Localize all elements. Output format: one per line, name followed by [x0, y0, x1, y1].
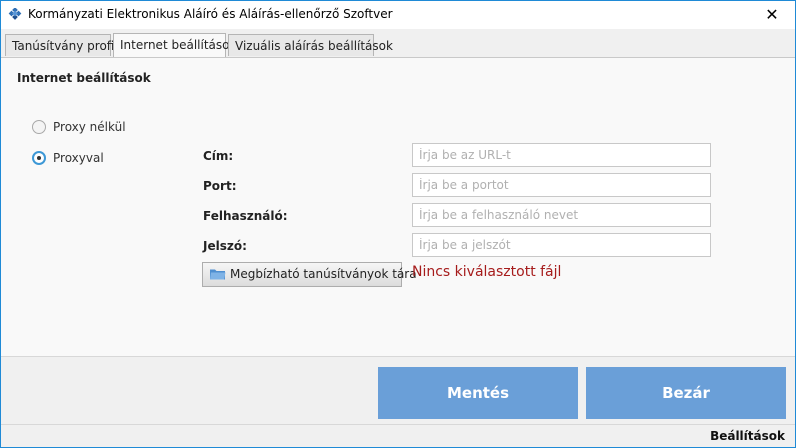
username-input[interactable] — [412, 203, 711, 227]
app-window: Kormányzati Elektronikus Aláíró és Aláír… — [0, 0, 796, 448]
proxy-none-label: Proxy nélkül — [53, 120, 126, 134]
save-button[interactable]: Mentés — [378, 367, 578, 419]
trust-store-button-label: Megbízható tanúsítványok tára — [230, 267, 417, 281]
tab-internet-settings[interactable]: Internet beállítások — [113, 33, 236, 57]
port-label: Port: — [203, 179, 237, 193]
title-bar: Kormányzati Elektronikus Aláíró és Aláír… — [1, 1, 795, 29]
tab-bar: Tanúsítvány profil Internet beállítások … — [1, 30, 795, 58]
close-icon[interactable]: ✕ — [749, 1, 795, 29]
folder-icon — [210, 269, 226, 280]
password-input[interactable] — [412, 233, 711, 257]
settings-panel: Internet beállítások Proxy nélkül Proxyv… — [1, 58, 795, 357]
proxy-none-radio[interactable] — [32, 120, 46, 134]
proxy-enabled-label: Proxyval — [53, 151, 104, 165]
address-label: Cím: — [203, 149, 234, 163]
tab-certificate-profile[interactable]: Tanúsítvány profil — [5, 34, 118, 56]
trust-store-button[interactable]: Megbízható tanúsítványok tára — [202, 262, 417, 287]
status-bar: Beállítások — [1, 424, 795, 447]
section-title: Internet beállítások — [17, 71, 151, 85]
port-input[interactable] — [412, 173, 711, 197]
no-file-status: Nincs kiválasztott fájl — [412, 264, 562, 280]
username-label: Felhasználó: — [203, 209, 288, 223]
proxy-enabled-radio[interactable] — [32, 151, 46, 165]
address-input[interactable] — [412, 143, 711, 167]
window-title: Kormányzati Elektronikus Aláíró és Aláír… — [28, 7, 393, 21]
password-label: Jelszó: — [203, 239, 247, 253]
status-text: Beállítások — [710, 429, 785, 443]
tab-visual-signature-settings[interactable]: Vizuális aláírás beállítások — [228, 34, 393, 56]
close-button[interactable]: Bezár — [586, 367, 786, 419]
diamond-grid-icon — [8, 8, 22, 20]
